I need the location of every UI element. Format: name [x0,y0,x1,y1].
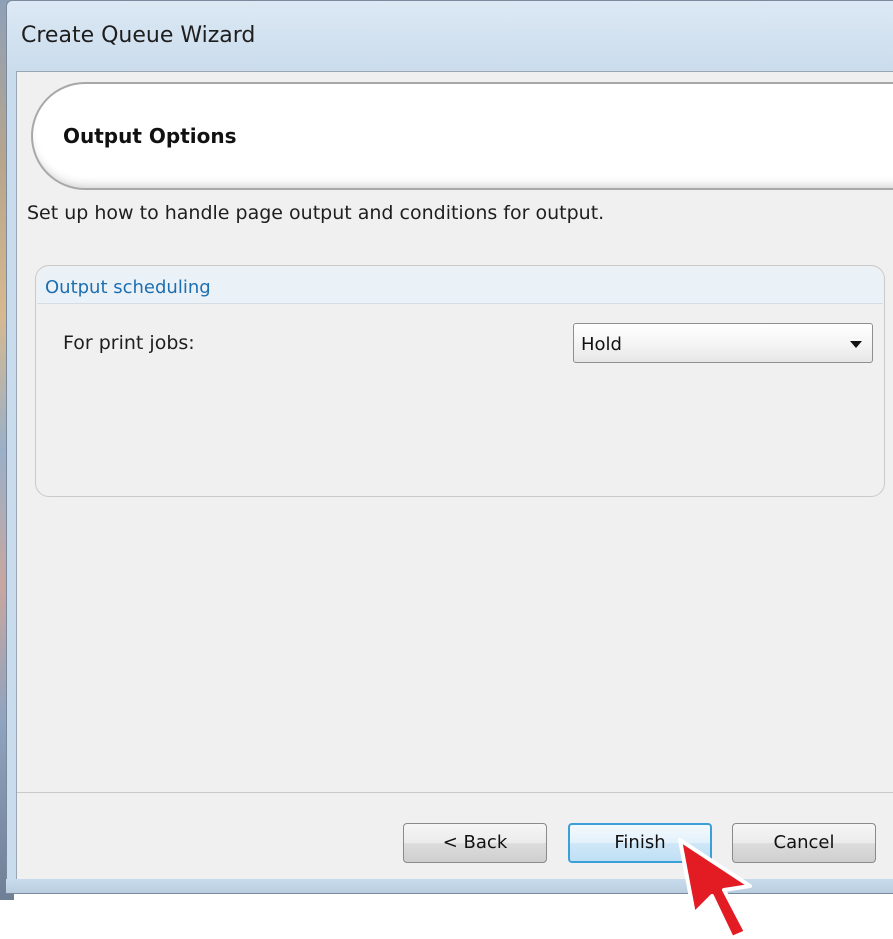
arrow-pointer-shape [678,838,752,939]
window-title: Create Queue Wizard [21,23,256,48]
print-jobs-label: For print jobs: [63,332,195,354]
group-header: Output scheduling [37,267,883,304]
wizard-window: Create Queue Wizard Output Options Set u… [6,0,893,893]
title-bar[interactable]: Create Queue Wizard [7,1,893,71]
back-button[interactable]: < Back [403,823,547,863]
group-title: Output scheduling [45,277,211,298]
screenshot-stage: Create Queue Wizard Output Options Set u… [0,0,893,939]
wizard-page-banner: Output Options [31,82,893,190]
output-scheduling-group: Output scheduling For print jobs: Hold [35,265,885,497]
print-jobs-selected-value: Hold [581,334,622,355]
chevron-down-icon[interactable] [850,341,862,348]
print-jobs-select[interactable]: Hold [573,323,873,363]
arrow-pointer-icon [678,838,752,939]
page-title: Output Options [63,124,237,148]
page-description: Set up how to handle page output and con… [27,202,605,224]
wizard-client-area: Output Options Set up how to handle page… [16,71,893,879]
